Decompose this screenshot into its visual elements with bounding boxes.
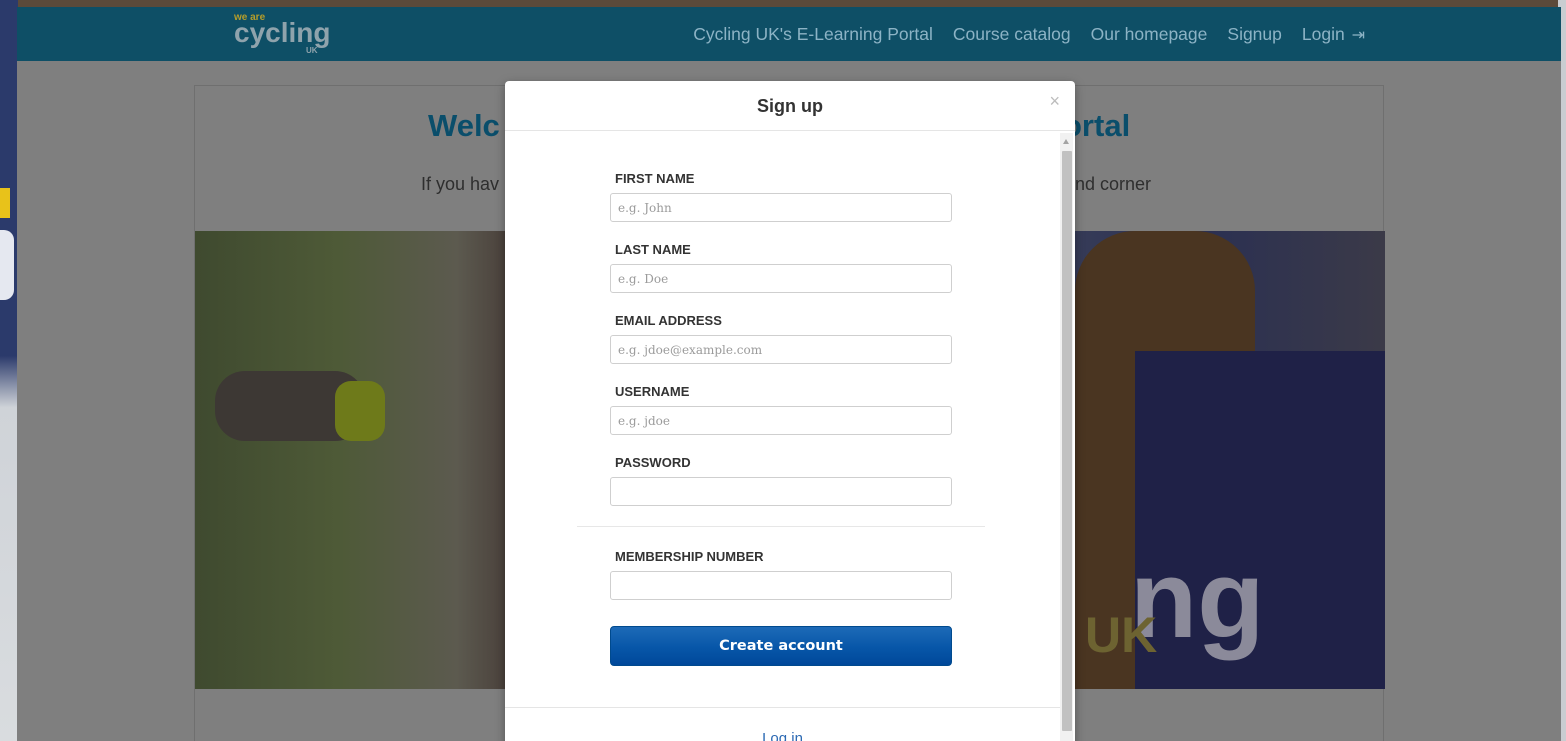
modal-title: Sign up	[757, 96, 823, 116]
email-group: EMAIL ADDRESS	[610, 313, 952, 364]
nav-login-label: Login	[1301, 23, 1345, 44]
signup-form: FIRST NAME LAST NAME EMAIL ADDRESS USERN…	[610, 171, 952, 526]
username-input[interactable]	[610, 406, 952, 435]
email-label: EMAIL ADDRESS	[615, 313, 722, 328]
left-background-strip	[0, 0, 18, 741]
first-name-input[interactable]	[610, 193, 952, 222]
nav-elearning-portal[interactable]: Cycling UK's E-Learning Portal	[693, 24, 933, 45]
password-input[interactable]	[610, 477, 952, 506]
close-icon[interactable]: ×	[1049, 92, 1060, 110]
last-name-label: LAST NAME	[615, 242, 691, 257]
password-group: PASSWORD	[610, 455, 952, 506]
main-navigation: Cycling UK's E-Learning Portal Course ca…	[693, 7, 1365, 61]
log-in-link[interactable]: Log in	[505, 730, 1060, 741]
last-name-group: LAST NAME	[610, 242, 952, 293]
first-name-label: FIRST NAME	[615, 171, 695, 186]
create-account-button[interactable]: Create account	[610, 626, 952, 666]
nav-our-homepage[interactable]: Our homepage	[1091, 24, 1208, 45]
logo-sub-text: UK	[306, 46, 318, 55]
logo-main-text: cycling	[234, 17, 331, 48]
nav-login[interactable]: Login ⇥	[1302, 24, 1365, 45]
welcome-heading-left: Welc	[428, 108, 500, 143]
background-white-mark	[0, 230, 14, 300]
nav-signup[interactable]: Signup	[1227, 24, 1282, 45]
membership-input[interactable]	[610, 571, 952, 600]
top-navigation-bar: we are cycling UK Cycling UK's E-Learnin…	[17, 7, 1561, 61]
password-label: PASSWORD	[615, 455, 691, 470]
hero-glove-shape	[335, 381, 385, 441]
cycling-uk-logo[interactable]: we are cycling UK	[234, 12, 344, 56]
login-arrow-icon: ⇥	[1351, 26, 1365, 44]
intro-text-right: nd corner	[1075, 174, 1152, 194]
membership-label: MEMBERSHIP NUMBER	[615, 549, 764, 564]
username-label: USERNAME	[615, 384, 690, 399]
username-group: USERNAME	[610, 384, 952, 435]
membership-group: MEMBERSHIP NUMBER	[610, 549, 952, 600]
scrollbar-thumb[interactable]	[1062, 151, 1072, 731]
modal-header: Sign up ×	[505, 81, 1075, 131]
last-name-input[interactable]	[610, 264, 952, 293]
background-yellow-mark	[0, 188, 10, 218]
hero-shirt-uk: UK	[1085, 607, 1158, 663]
intro-text-left: If you hav	[421, 174, 500, 194]
form-divider	[577, 526, 985, 527]
modal-scrollbar[interactable]	[1060, 133, 1073, 741]
email-input[interactable]	[610, 335, 952, 364]
scroll-up-arrow-icon[interactable]	[1063, 139, 1069, 144]
first-name-group: FIRST NAME	[610, 171, 952, 222]
modal-footer: Log in	[505, 707, 1060, 741]
nav-course-catalog[interactable]: Course catalog	[953, 24, 1071, 45]
signup-modal: Sign up × FIRST NAME LAST NAME EMAIL ADD…	[505, 81, 1075, 741]
